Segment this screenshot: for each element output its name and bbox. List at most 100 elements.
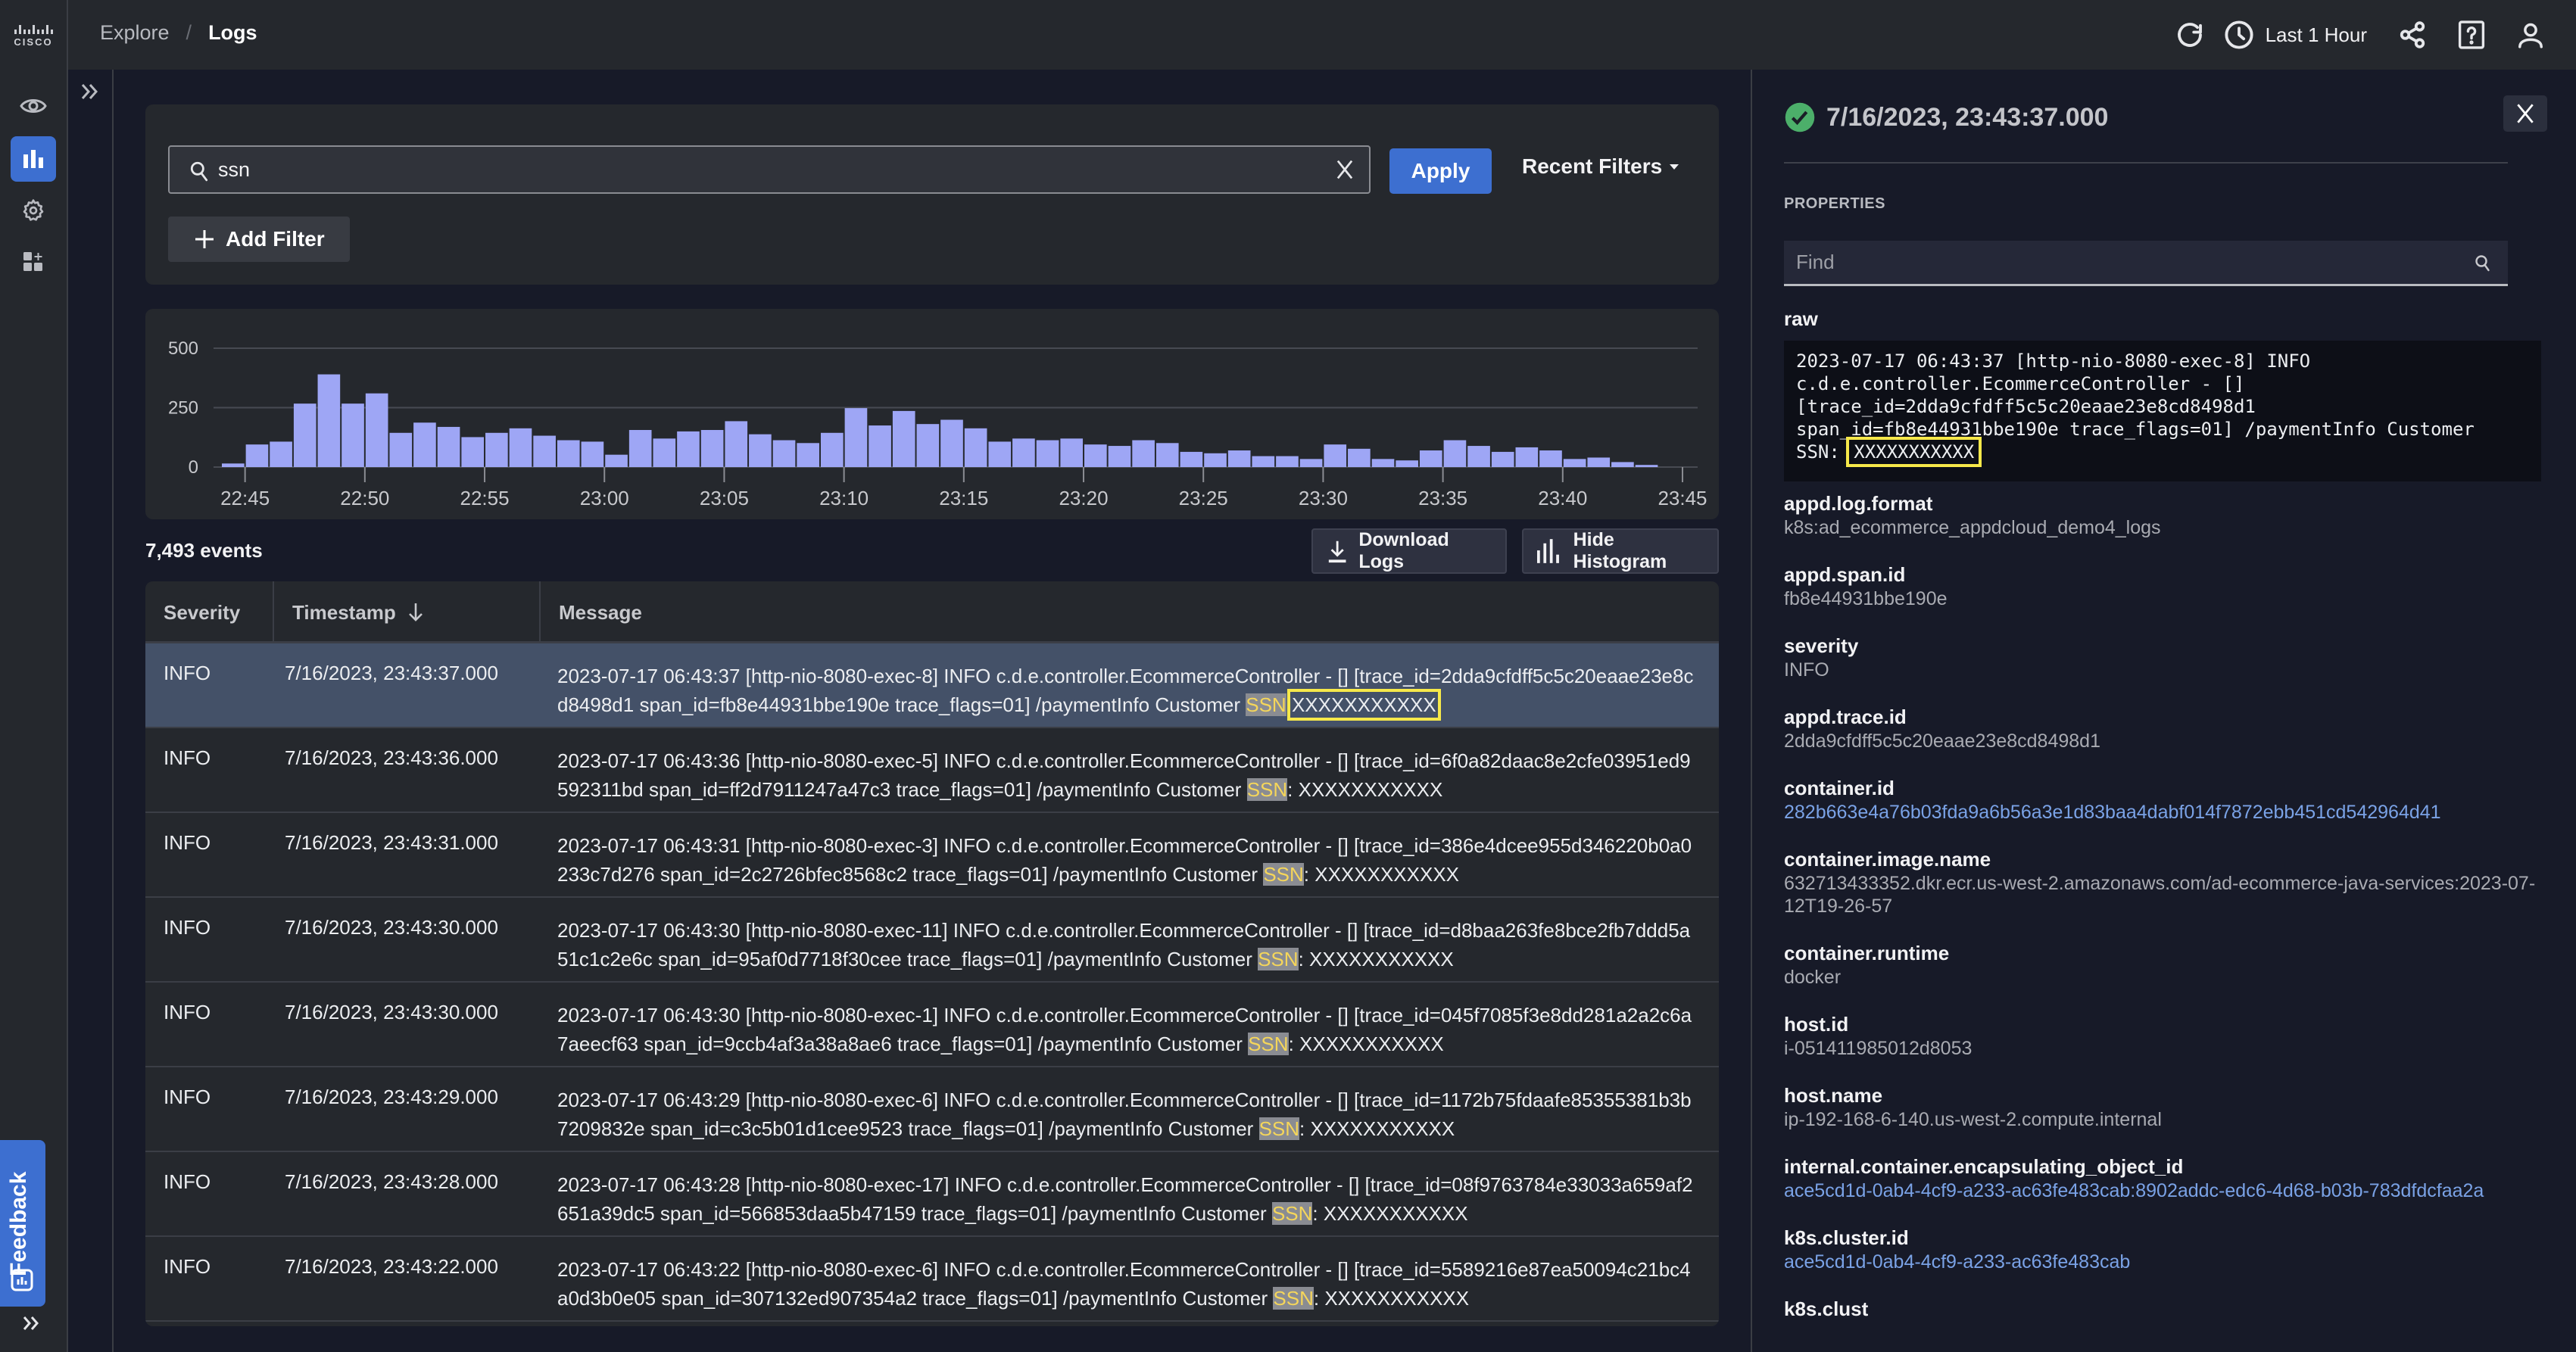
histogram-bar[interactable] [437,426,460,467]
histogram-bar[interactable] [1491,451,1514,467]
feedback-button[interactable]: Feedback [0,1140,45,1307]
histogram-bar[interactable] [245,444,269,467]
histogram-bar[interactable] [533,435,556,467]
table-row[interactable]: INFO 7/16/2023, 23:43:31.000 2023-07-17 06… [145,813,1719,898]
histogram-bar[interactable] [413,422,436,467]
histogram-bar[interactable] [653,438,676,467]
expand-panel-button[interactable] [80,82,100,105]
apply-button[interactable]: Apply [1389,148,1492,194]
histogram-bar[interactable] [1443,440,1467,467]
histogram-bar[interactable] [581,441,604,467]
nav-item-explore[interactable] [11,136,56,182]
histogram-bar[interactable] [341,403,364,467]
histogram-bar[interactable] [1276,456,1299,467]
histogram-bar[interactable] [1252,456,1275,467]
table-row[interactable]: INFO 7/16/2023, 23:43:36.000 2023-07-17 06… [145,728,1719,813]
histogram-bar[interactable] [1036,440,1059,467]
histogram-bar[interactable] [365,393,388,467]
help-button[interactable] [2453,17,2490,53]
time-range-picker[interactable]: Last 1 Hour [2223,19,2394,51]
histogram-bar[interactable] [725,421,748,467]
histogram-bar[interactable] [605,454,628,467]
cisco-logo[interactable]: CISCO [0,0,68,70]
table-row[interactable]: INFO 7/16/2023, 23:43:22.000 2023-07-17 06… [145,1237,1719,1322]
histogram-bar[interactable] [1012,438,1035,467]
histogram-bar[interactable] [1587,457,1611,467]
histogram-bar[interactable] [557,440,580,467]
histogram-bar[interactable] [700,430,724,467]
breadcrumb-logs: Logs [208,21,257,44]
histogram-bar[interactable] [940,419,963,467]
histogram-bar[interactable] [293,403,317,467]
histogram-bar[interactable] [844,408,868,467]
histogram-bar[interactable] [222,463,245,467]
histogram-bar[interactable] [820,432,844,467]
histogram-bar[interactable] [772,440,796,467]
histogram-bar[interactable] [1299,459,1323,467]
histogram-bar[interactable] [628,430,652,467]
column-header-timestamp[interactable]: Timestamp [273,581,425,643]
histogram-bar[interactable] [1060,438,1084,467]
hide-histogram-button[interactable]: Hide Histogram [1522,528,1719,574]
download-logs-button[interactable]: Download Logs [1311,528,1507,574]
histogram-bar[interactable] [1419,450,1442,467]
histogram-bar[interactable] [1227,450,1251,467]
histogram-bar[interactable] [1180,451,1203,467]
histogram-bar[interactable] [485,432,508,467]
property-value[interactable]: 282b663e4a76b03fda9a6b56a3e1d83baa4dabf0… [1784,801,2556,824]
histogram-bar[interactable] [1084,444,1107,467]
table-row[interactable]: INFO 7/16/2023, 23:43:30.000 2023-07-17 06… [145,898,1719,983]
histogram-bar[interactable] [1348,448,1371,467]
histogram-bar[interactable] [1371,459,1395,467]
table-row[interactable]: INFO 7/16/2023, 23:43:37.000 2023-07-17 06… [145,643,1719,728]
histogram-bar[interactable] [1396,460,1418,467]
nav-item-configure[interactable] [11,188,56,233]
histogram-bar[interactable] [1563,459,1586,467]
nav-expand-button[interactable] [23,1311,39,1337]
histogram-bar[interactable] [317,374,341,467]
histogram-bar[interactable] [1324,444,1347,467]
clear-search-button[interactable] [1334,157,1355,185]
refresh-button[interactable] [2172,17,2208,53]
timestamp-cell: 7/16/2023, 23:43:30.000 [285,916,498,939]
column-header-message[interactable]: Message [539,581,642,643]
histogram-bar[interactable] [1108,446,1131,467]
property-value[interactable]: ace5cd1d-0ab4-4cf9-a233-ac63fe483cab:890… [1784,1179,2556,1202]
histogram-chart[interactable]: 0 250 500 22:45 22:50 22:55 23:00 23:05 23:10 23:… [145,309,1719,519]
histogram-bar[interactable] [797,443,819,467]
histogram-bar[interactable] [1155,443,1179,467]
column-header-severity[interactable]: Severity [164,581,240,643]
user-menu-button[interactable] [2512,17,2549,53]
close-detail-button[interactable] [2503,95,2547,132]
histogram-bar[interactable] [1539,450,1562,467]
histogram-bar[interactable] [892,410,915,467]
histogram-bar[interactable] [509,428,532,467]
nav-item-observe[interactable] [11,83,56,129]
table-row[interactable]: INFO 7/16/2023, 23:43:29.000 2023-07-17 06… [145,1067,1719,1152]
histogram-bar[interactable] [1635,465,1658,467]
recent-filters-dropdown[interactable]: Recent Filters [1522,154,1679,179]
nav-item-add-widgets[interactable] [11,239,56,285]
share-button[interactable] [2394,17,2431,53]
histogram-bar[interactable] [916,424,940,467]
histogram-bar[interactable] [988,441,1012,467]
table-row[interactable]: INFO 7/16/2023, 23:43:30.000 2023-07-17 06… [145,983,1719,1067]
histogram-bar[interactable] [964,428,987,467]
histogram-bar[interactable] [1611,462,1634,467]
histogram-bar[interactable] [1132,440,1155,467]
histogram-bar[interactable] [677,431,700,467]
histogram-bar[interactable] [1467,446,1490,467]
add-filter-button[interactable]: Add Filter [168,217,350,262]
breadcrumb-explore[interactable]: Explore [100,21,170,45]
histogram-bar[interactable] [270,441,292,467]
histogram-bar[interactable] [1515,447,1539,467]
histogram-bar[interactable] [869,425,891,467]
find-input[interactable] [1796,241,2447,283]
table-row[interactable]: INFO 7/16/2023, 23:43:28.000 2023-07-17 06… [145,1152,1719,1237]
histogram-bar[interactable] [461,437,485,467]
search-input[interactable] [218,147,1308,192]
property-value[interactable]: ace5cd1d-0ab4-4cf9-a233-ac63fe483cab [1784,1251,2556,1273]
histogram-bar[interactable] [749,434,772,467]
histogram-bar[interactable] [389,432,413,467]
histogram-bar[interactable] [1204,453,1227,467]
